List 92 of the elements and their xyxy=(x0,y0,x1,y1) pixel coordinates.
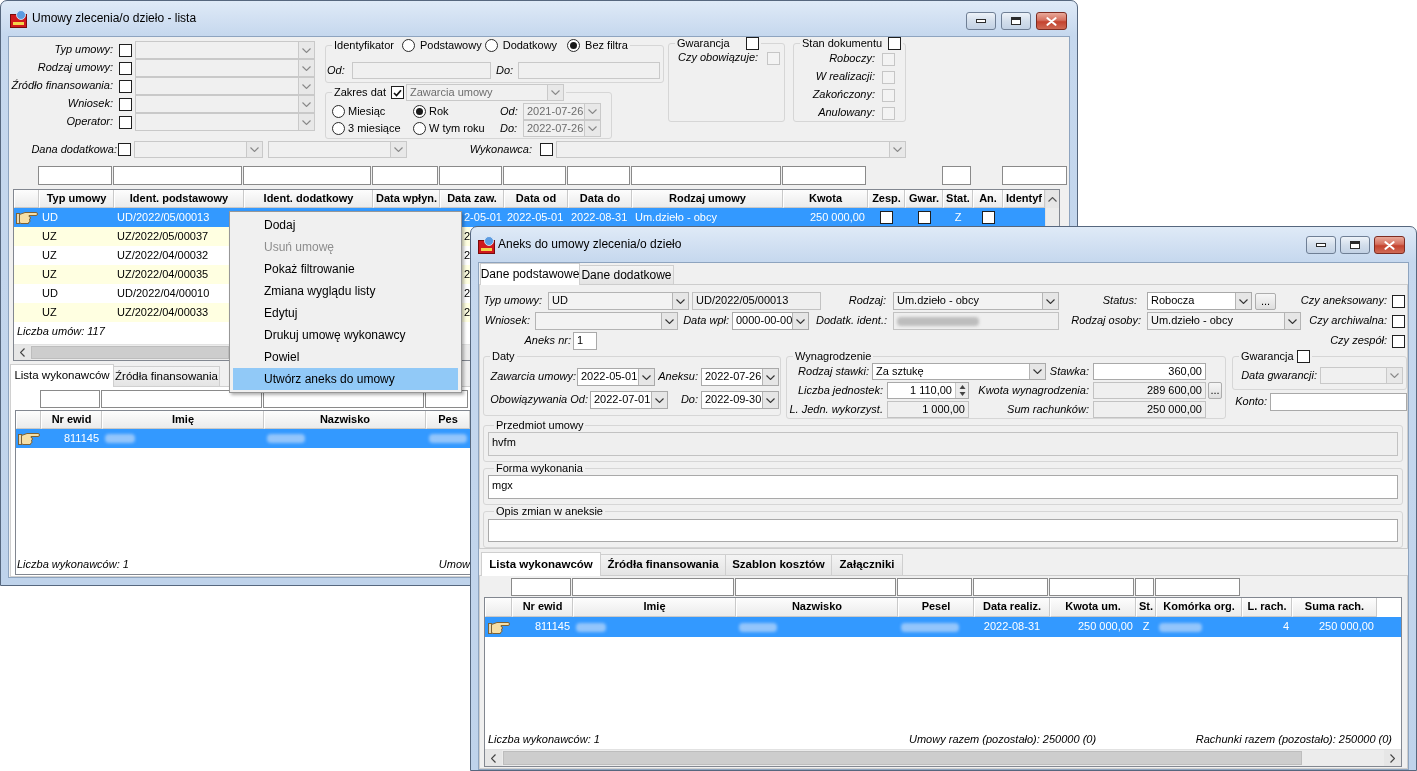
field-label: W realizacji: xyxy=(815,70,875,84)
table-cell: UD/2022/04/00010 xyxy=(117,286,210,301)
field-label: Zawarcia umowy: xyxy=(490,370,576,384)
radio-label: W tym roku xyxy=(429,121,485,136)
table-cell: 2022-08-31 xyxy=(571,210,628,225)
status-text: Liczba wykonawców: 1 xyxy=(17,558,129,572)
table-cell: 250 000,00 xyxy=(1318,620,1374,634)
field-label: Data wpł: xyxy=(683,314,729,328)
group-title: Gwarancja xyxy=(1241,350,1294,363)
field-label: Status: xyxy=(1102,294,1137,308)
table-cell: 2 xyxy=(464,267,471,282)
status-text: Umowy razem (pozostało): 250000 (0) xyxy=(909,733,1097,747)
field-label: Roboczy: xyxy=(829,52,875,66)
table-cell: 811145 xyxy=(534,620,570,634)
table-cell: UZ xyxy=(42,248,57,263)
field-label: Do: xyxy=(680,393,698,407)
group-title: Identyfikator xyxy=(334,39,394,52)
field-label: Operator: xyxy=(66,115,113,129)
radio-label: Miesiąc xyxy=(348,104,386,119)
table-cell: 250 000,00 xyxy=(1077,620,1133,634)
field-label: Czy obowiązuje: xyxy=(678,51,759,65)
table-cell: Um.dzieło - obcy xyxy=(635,210,717,225)
table-cell: 2022-08-31 xyxy=(983,620,1041,634)
field-label: Stawka: xyxy=(1049,364,1089,379)
field-label: Typ umowy: xyxy=(54,43,113,57)
field-label: Źródło finansowania: xyxy=(11,79,113,93)
field-label: Czy archiwalna: xyxy=(1309,314,1387,328)
field-label: Czy zespół: xyxy=(1330,334,1387,348)
field-label: Rodzaj umowy: xyxy=(37,61,113,75)
field-label: Od: xyxy=(327,63,345,78)
field-label: L. Jedn. wykorzyst. xyxy=(789,402,883,417)
table-cell: Z xyxy=(1142,620,1150,634)
table-cell: Z xyxy=(954,210,962,225)
group-title: Opis zmian w aneksie xyxy=(496,505,603,518)
table-cell: 2 xyxy=(464,305,471,320)
radio-label: Podstawowy xyxy=(419,39,482,52)
status-text: Liczba wykonawców: 1 xyxy=(488,733,600,746)
group-title: Stan dokumentu xyxy=(802,37,883,50)
radio-label: Rok xyxy=(429,104,449,119)
field-label: Czy aneksowany: xyxy=(1300,294,1387,308)
table-cell: 2-05-01 xyxy=(464,210,502,225)
field-label: Konto: xyxy=(1235,395,1267,409)
radio-label: Bez filtra xyxy=(585,39,628,52)
table-cell: UZ xyxy=(42,229,57,244)
table-cell: UZ/2022/05/00037 xyxy=(117,229,209,244)
field-label: Dana dodatkowa: xyxy=(31,142,117,157)
group-title: Zakres dat xyxy=(334,86,386,99)
field-label: Rodzaj stawki: xyxy=(798,364,869,379)
field-label: Rodzaj: xyxy=(848,294,886,308)
group-title: Forma wykonania xyxy=(496,462,583,475)
table-cell: UZ xyxy=(42,305,57,320)
table-cell: UZ/2022/04/00032 xyxy=(117,248,209,263)
group-title: Daty xyxy=(492,350,515,363)
table-cell: 811145 xyxy=(63,431,99,446)
table-cell: 2022-05-01 xyxy=(507,210,564,225)
field-label: Aneks nr: xyxy=(524,334,571,348)
status-text: Liczba umów: 117 xyxy=(17,325,105,339)
field-label: Liczba jednostek: xyxy=(798,383,883,398)
table-cell: UZ/2022/04/00033 xyxy=(117,305,209,320)
field-label: Wniosek: xyxy=(67,97,113,111)
table-cell: UZ/2022/04/00035 xyxy=(117,267,209,282)
field-label: Wniosek: xyxy=(484,314,530,328)
status-text: Umow xyxy=(438,558,470,572)
field-label: Dodatk. ident.: xyxy=(816,314,887,328)
table-cell: UD xyxy=(42,286,58,301)
field-label: Anulowany: xyxy=(818,106,875,120)
table-cell: UZ xyxy=(42,267,57,282)
field-label: Do: xyxy=(500,121,518,136)
field-label: Wykonawca: xyxy=(469,142,532,157)
status-text: Rachunki razem (pozostało): 250000 (0) xyxy=(1195,733,1392,747)
window-title: Aneks do umowy zlecenia/o dzieło xyxy=(498,237,682,252)
table-cell: UD/2022/05/00013 xyxy=(117,210,210,225)
field-label: Rodzaj osoby: xyxy=(1071,314,1141,328)
field-label: Aneksu: xyxy=(658,370,698,384)
radio-label: Dodatkowy xyxy=(502,39,558,52)
field-label: Od: xyxy=(500,104,518,119)
field-label: Sum rachunków: xyxy=(1007,402,1089,417)
radio-label: 3 miesiące xyxy=(348,121,401,136)
group-title: Gwarancja xyxy=(677,37,730,50)
group-title: Wynagrodzenie xyxy=(795,350,872,363)
group-title: Przedmiot umowy xyxy=(496,419,584,432)
field-label: Typ umowy: xyxy=(483,294,542,308)
table-cell: UD xyxy=(42,210,58,225)
table-cell: 250 000,00 xyxy=(809,210,865,225)
table-cell: 2 xyxy=(464,229,471,244)
field-label: Do: xyxy=(496,63,514,78)
window-title: Umowy zlecenia/o dzieło - lista xyxy=(32,11,197,26)
field-label: Obowiązywania Od: xyxy=(490,393,588,407)
field-label: Data gwarancji: xyxy=(1241,368,1317,383)
field-label: Kwota wynagrodzenia: xyxy=(978,383,1089,398)
table-cell: 4 xyxy=(1282,620,1289,634)
field-label: Zakończony: xyxy=(812,88,875,102)
